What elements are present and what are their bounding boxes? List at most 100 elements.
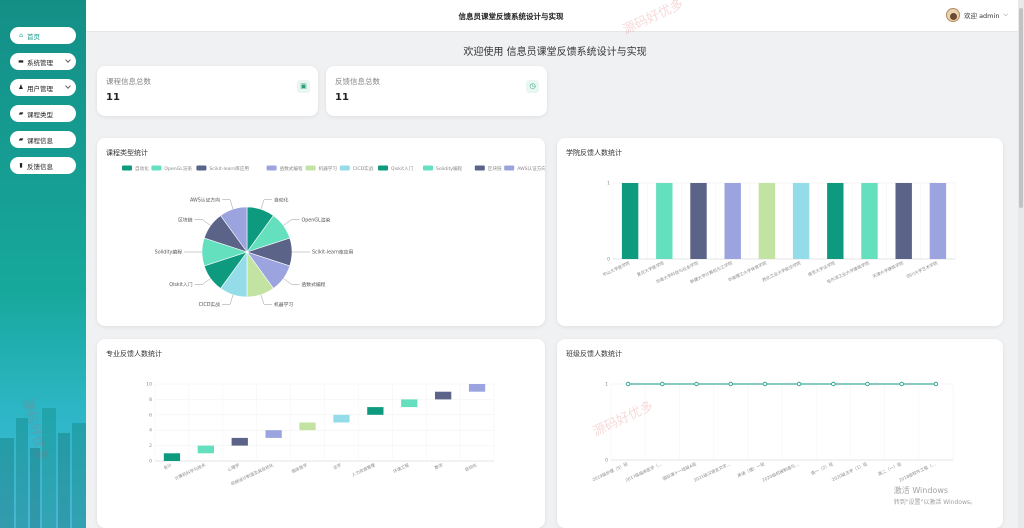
sidebar-item-label: 反馈信息 bbox=[27, 162, 53, 171]
major-panel: 专业反馈人数统计 0 2 4 6 8 10 会计 计算机科学与技术 心理学 机械设计制造及其自动化… bbox=[97, 339, 545, 528]
bar bbox=[895, 183, 912, 259]
line-point bbox=[796, 381, 802, 387]
x-tick-label: 2020级机械制造与... bbox=[761, 460, 800, 483]
tick-label: 0 bbox=[605, 458, 608, 464]
legend-label: 函数式编程 bbox=[280, 165, 303, 172]
bar bbox=[690, 183, 707, 259]
legend-swatch bbox=[196, 165, 207, 171]
avatar bbox=[946, 8, 960, 22]
sidebar-item-label: 课程类型 bbox=[27, 110, 53, 119]
stat-value: 11 bbox=[106, 92, 120, 103]
line-point bbox=[625, 381, 631, 387]
legend-label: Scikit-learn库应用 bbox=[209, 165, 249, 172]
x-tick-label: 数学 bbox=[433, 461, 444, 471]
line-point bbox=[762, 381, 768, 387]
line-point bbox=[694, 381, 699, 387]
range-bar bbox=[435, 391, 452, 400]
sidebar-item-label: 系统管理 bbox=[27, 58, 53, 67]
tick-label: 1 bbox=[607, 181, 610, 187]
x-tick-label: 英语（理）一班 bbox=[736, 460, 766, 479]
user-menu[interactable]: 欢迎 admin ⌵ bbox=[946, 8, 1008, 22]
calendar-icon: ▣ bbox=[297, 80, 310, 93]
range-bar bbox=[265, 430, 282, 438]
tick-label: 0 bbox=[149, 459, 152, 465]
legend-swatch bbox=[474, 165, 485, 171]
range-bar bbox=[401, 399, 418, 408]
line-point bbox=[660, 381, 665, 387]
chevron-down-icon: ⌵ bbox=[1003, 11, 1008, 18]
legend-swatch bbox=[122, 165, 132, 171]
legend-label: 自动化 bbox=[135, 165, 149, 172]
bar bbox=[827, 183, 844, 259]
range-bar bbox=[231, 437, 248, 446]
stat-value: 11 bbox=[335, 92, 349, 103]
activation-line1: 激活 Windows bbox=[893, 486, 949, 495]
pie-label: 机器学习 bbox=[274, 301, 293, 308]
chevron-down-icon bbox=[65, 83, 71, 89]
sidebar-item-label: 首页 bbox=[27, 32, 40, 41]
bar bbox=[758, 183, 776, 259]
sidebar-item-label: 用户管理 bbox=[27, 84, 53, 93]
bar bbox=[656, 183, 673, 259]
pie-leader-line bbox=[283, 219, 300, 226]
stat-label: 反馈信息总数 bbox=[335, 77, 380, 86]
x-tick-label: 人力资源管理 bbox=[350, 461, 376, 478]
tick-label: 6 bbox=[149, 412, 152, 418]
legend-swatch bbox=[423, 165, 433, 171]
x-tick-label: 心理学 bbox=[226, 461, 240, 472]
sidebar-item-4[interactable]: ▰ 课程信息 bbox=[10, 131, 76, 148]
x-tick-label: 高一（2）班 bbox=[810, 460, 834, 476]
legend-swatch bbox=[339, 165, 350, 171]
pie-leader-line bbox=[222, 294, 234, 305]
sidebar-item-1[interactable]: ▬ 系统管理 bbox=[10, 53, 76, 70]
app-title: 信息员课堂反馈系统设计与实现 bbox=[458, 12, 564, 21]
legend-label: 机器学习 bbox=[319, 165, 338, 172]
pie-label: AWS认证方向 bbox=[190, 196, 220, 203]
user-icon: ♟ bbox=[18, 83, 24, 91]
legend-label: Solidity编程 bbox=[436, 165, 463, 172]
sidebar-item-5[interactable]: ▮ 反馈信息 bbox=[10, 157, 76, 174]
legend-label: AWS认证方向 bbox=[517, 165, 545, 172]
range-bar bbox=[197, 445, 214, 454]
x-tick-label: 2017级临床医学（... bbox=[624, 460, 663, 483]
chevron-down-icon bbox=[65, 57, 71, 63]
legend-swatch bbox=[305, 165, 316, 171]
x-tick-label: 计算机科学与技术 bbox=[173, 461, 207, 482]
bar bbox=[724, 183, 741, 259]
x-tick-label: 2021级汉语言文学... bbox=[693, 460, 732, 483]
bar bbox=[929, 183, 947, 259]
x-tick-label: 2018级软件工程（... bbox=[898, 460, 937, 483]
line-point bbox=[899, 381, 904, 387]
pie-label: Scikit-learn库应用 bbox=[312, 249, 353, 256]
pie-leader-line bbox=[260, 199, 272, 210]
major-range-chart: 0246810会计 计算机科学与技术 心理学机械设计制造及其自动化 临床医学 法学 人力资… bbox=[146, 382, 495, 487]
college-bar-chart: 10中山大学医学院 复旦大学医学院华南大学科技与社会学院新疆大学计算机与工学院华南… bbox=[601, 181, 956, 285]
windows-activation-notice: 激活 Windows 转到"设置"以激活 Windows。 bbox=[894, 485, 976, 506]
x-tick-label: 环境工程 bbox=[392, 461, 411, 475]
sidebar-item-3[interactable]: ▰ 课程类型 bbox=[10, 105, 76, 122]
line-point bbox=[865, 381, 870, 387]
x-tick-label: 中山大学医学院 bbox=[601, 259, 631, 278]
line-point bbox=[728, 381, 733, 387]
legend-swatch bbox=[266, 165, 277, 171]
sidebar-item-2[interactable]: ♟ 用户管理 bbox=[10, 79, 76, 96]
range-bar bbox=[333, 414, 350, 423]
doc-icon: ▮ bbox=[19, 161, 23, 169]
folder-icon: ▰ bbox=[18, 109, 24, 117]
course-type-panel: 课程类型统计 自动化 OpenGL渲染 Scikit-learn库应用 函数式编程 机器… bbox=[97, 138, 545, 326]
pie-chart: 自动化 OpenGL渲染 Scikit-learn库应用 函数式编程 机器学习 CICD实… bbox=[122, 165, 545, 308]
home-icon: ⌂ bbox=[19, 31, 23, 39]
bar bbox=[621, 183, 639, 259]
course-total-card: 课程信息总数 11 ▣ bbox=[97, 66, 318, 116]
sidebar-item-label: 课程信息 bbox=[27, 136, 53, 145]
tick-label: 2 bbox=[149, 443, 152, 449]
page-scrollbar[interactable] bbox=[1018, 0, 1024, 528]
pie-leader-line bbox=[194, 219, 211, 226]
legend-label: OpenGL渲染 bbox=[164, 165, 192, 172]
x-tick-label: 国际课十一班级A班 bbox=[661, 460, 697, 482]
sidebar-item-0[interactable]: ⌂ 首页 bbox=[10, 27, 76, 44]
x-tick-label: 2019级护理（5）班 bbox=[591, 460, 629, 483]
scrollbar-thumb[interactable] bbox=[1019, 8, 1023, 208]
bar bbox=[792, 183, 810, 259]
stat-label: 课程信息总数 bbox=[106, 77, 151, 86]
